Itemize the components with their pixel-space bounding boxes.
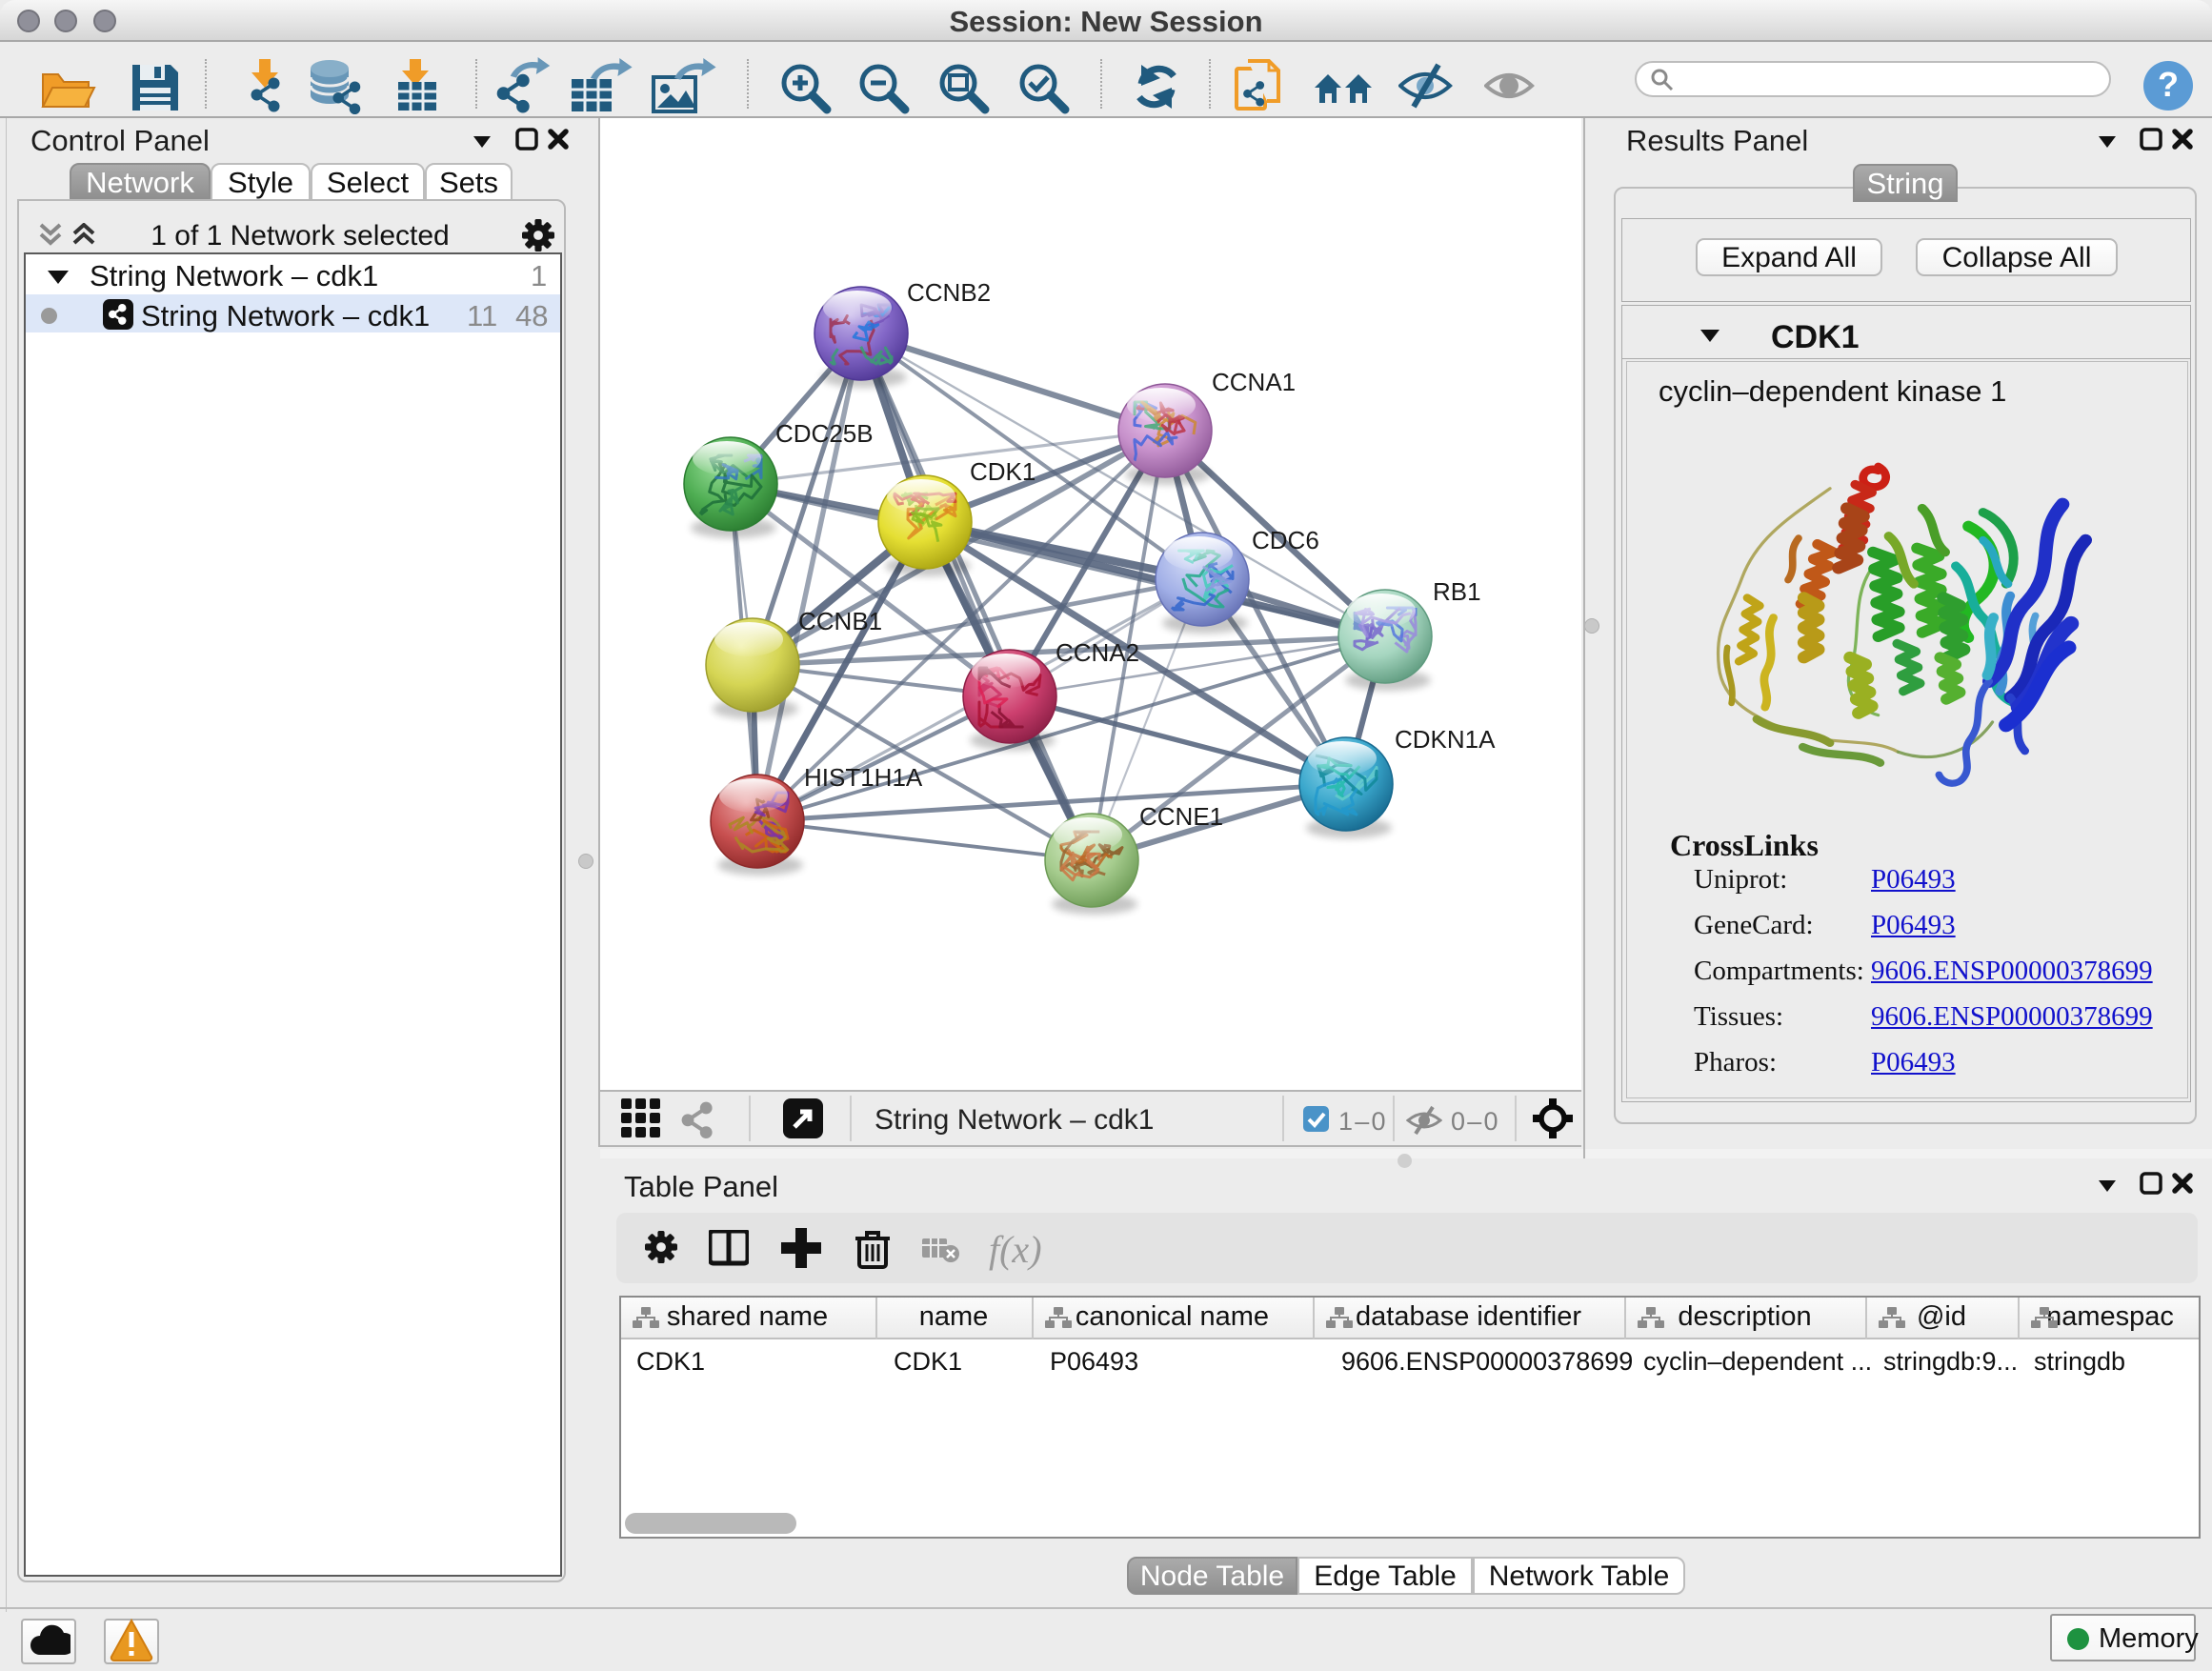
svg-text:CCNA2: CCNA2 [1056,638,1139,667]
svg-text:?: ? [2158,65,2179,104]
svg-text:CCNB1: CCNB1 [798,607,882,635]
svg-text:CCNA1: CCNA1 [1212,368,1296,396]
svg-text:CCNB2: CCNB2 [907,278,991,307]
svg-text:CDC25B: CDC25B [775,419,874,448]
svg-text:CDK1: CDK1 [970,457,1036,486]
svg-text:HIST1H1A: HIST1H1A [804,763,923,792]
svg-text:CCNE1: CCNE1 [1139,802,1223,831]
svg-text:RB1: RB1 [1433,577,1481,606]
svg-text:CDKN1A: CDKN1A [1395,725,1496,754]
svg-text:CDC6: CDC6 [1252,526,1319,554]
